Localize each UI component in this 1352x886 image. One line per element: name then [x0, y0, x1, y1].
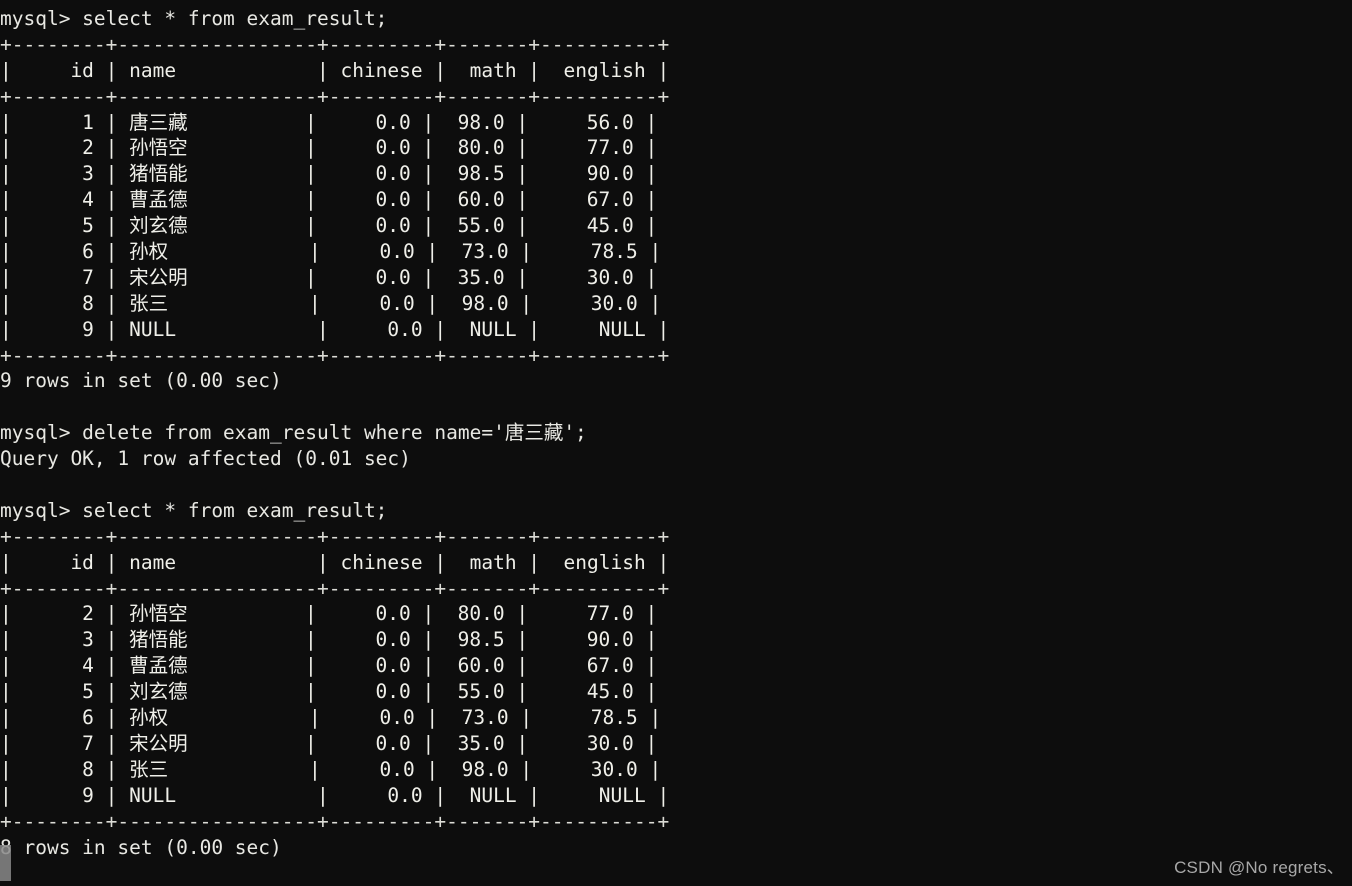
terminal-line: | 4 | 曹孟德 | 0.0 | 60.0 | 67.0 |: [0, 188, 658, 212]
terminal-line: +--------+-----------------+---------+--…: [0, 343, 670, 367]
terminal-line: 8 rows in set (0.00 sec): [0, 835, 282, 859]
terminal-line: | 5 | 刘玄德 | 0.0 | 55.0 | 45.0 |: [0, 214, 658, 238]
terminal-line: | id | name | chinese | math | english |: [0, 58, 670, 82]
terminal-line: +--------+-----------------+---------+--…: [0, 524, 670, 548]
terminal-line: | 6 | 孙权 | 0.0 | 73.0 | 78.5 |: [0, 240, 662, 264]
terminal-line: | 8 | 张三 | 0.0 | 98.0 | 30.0 |: [0, 757, 662, 781]
terminal-line: +--------+-----------------+---------+--…: [0, 809, 670, 833]
terminal-line: | 4 | 曹孟德 | 0.0 | 60.0 | 67.0 |: [0, 654, 658, 678]
terminal-screen: mysql> select * from exam_result; +------…: [0, 0, 1352, 886]
terminal-line: | 7 | 宋公明 | 0.0 | 35.0 | 30.0 |: [0, 731, 658, 755]
terminal-line: mysql> select * from exam_result;: [0, 498, 388, 522]
terminal-line: | 9 | NULL | 0.0 | NULL | NULL |: [0, 783, 670, 807]
text-cursor: [0, 845, 11, 881]
terminal-line: | 7 | 宋公明 | 0.0 | 35.0 | 30.0 |: [0, 265, 658, 289]
terminal-line: +--------+-----------------+---------+--…: [0, 32, 670, 56]
terminal-line: | 9 | NULL | 0.0 | NULL | NULL |: [0, 317, 670, 341]
terminal-line: | id | name | chinese | math | english |: [0, 550, 670, 574]
terminal-line: | 8 | 张三 | 0.0 | 98.0 | 30.0 |: [0, 291, 662, 315]
terminal-line: | 2 | 孙悟空 | 0.0 | 80.0 | 77.0 |: [0, 602, 658, 626]
terminal-line: | 2 | 孙悟空 | 0.0 | 80.0 | 77.0 |: [0, 136, 658, 160]
terminal-line: mysql> delete from exam_result where nam…: [0, 421, 587, 445]
terminal-line: | 3 | 猪悟能 | 0.0 | 98.5 | 90.0 |: [0, 628, 658, 652]
terminal-line: | 5 | 刘玄德 | 0.0 | 55.0 | 45.0 |: [0, 680, 658, 704]
terminal-line: | 1 | 唐三藏 | 0.0 | 98.0 | 56.0 |: [0, 110, 658, 134]
terminal-line: mysql> select * from exam_result;: [0, 7, 388, 30]
terminal-line: | 6 | 孙权 | 0.0 | 73.0 | 78.5 |: [0, 706, 662, 730]
terminal-line: +--------+-----------------+---------+--…: [0, 576, 670, 600]
csdn-watermark: CSDN @No regrets、: [1174, 858, 1344, 877]
terminal-line: | 3 | 猪悟能 | 0.0 | 98.5 | 90.0 |: [0, 162, 658, 186]
terminal-line: 9 rows in set (0.00 sec): [0, 369, 282, 393]
terminal-output[interactable]: mysql> select * from exam_result; +------…: [0, 0, 669, 860]
terminal-line: +--------+-----------------+---------+--…: [0, 84, 670, 108]
terminal-line: Query OK, 1 row affected (0.01 sec): [0, 447, 411, 471]
